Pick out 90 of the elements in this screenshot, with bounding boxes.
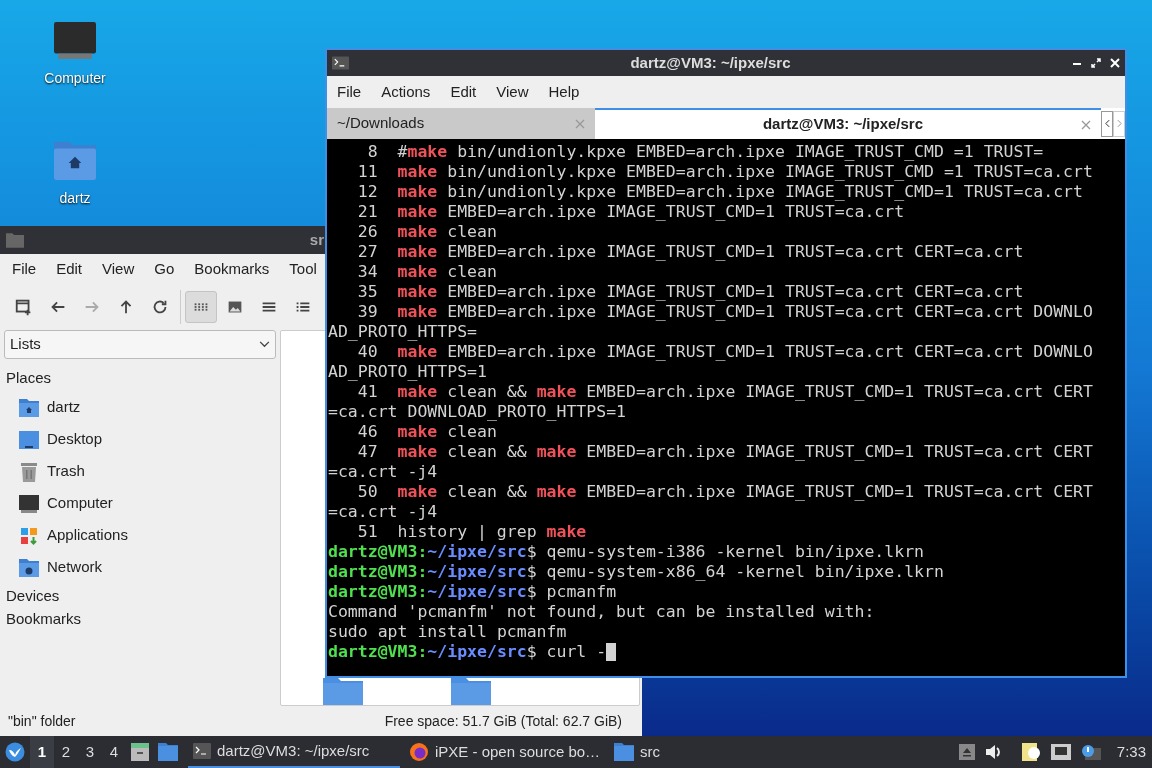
computer-icon	[19, 494, 39, 513]
terminal-line: 51 history | grep make	[356, 522, 587, 542]
menu-item[interactable]: Help	[540, 80, 588, 104]
side-pane-select[interactable]: Lists	[4, 330, 276, 359]
terminal-output[interactable]	[327, 139, 1125, 676]
terminal-icon	[193, 743, 211, 759]
network-icon[interactable]	[1050, 744, 1071, 760]
terminal-line: dartz@VM3:~/ipxe/src$ curl -	[328, 642, 617, 662]
sidebar-item[interactable]: dartz	[4, 391, 276, 424]
tab[interactable]: ~/Downloads	[327, 108, 595, 139]
terminal-line: Command 'pcmanfm' not found, but can be installed with:	[328, 602, 875, 622]
terminal-line: AD_PROTO_HTTPS=1	[328, 362, 487, 382]
terminal-line: =ca.crt -j4	[328, 502, 438, 522]
menu-item[interactable]: Tool	[281, 257, 325, 281]
sidebar-item[interactable]: Network	[4, 551, 276, 584]
terminal-line: 35 make EMBED=arch.ipxe IMAGE_TRUST_CMD=1 TRUST=ca.crt CERT=ca.crt	[356, 282, 1024, 302]
icons-button[interactable]	[185, 291, 217, 323]
trash-icon	[19, 461, 39, 482]
menu-item[interactable]: Actions	[373, 80, 439, 104]
terminal-line: dartz@VM3:~/ipxe/src$ pcmanfm	[328, 582, 617, 602]
desktop-icon	[19, 430, 39, 449]
menu-item[interactable]: Go	[146, 257, 183, 281]
menu-item[interactable]: View	[488, 80, 537, 104]
volume-icon[interactable]	[984, 744, 1003, 760]
section-heading[interactable]: Bookmarks	[4, 606, 276, 630]
terminal-icon	[332, 56, 349, 70]
terminal-line: 40 make EMBED=arch.ipxe IMAGE_TRUST_CMD=1 TRUST=ca.crt CERT=ca.crt DOWNLO	[356, 342, 1093, 362]
status-text: Free space: 51.7 GiB (Total: 62.7 GiB)	[384, 711, 622, 731]
clock[interactable]: 7:33	[1116, 740, 1146, 764]
home-folder-icon	[19, 398, 39, 417]
workspace-button[interactable]: 1	[30, 736, 54, 768]
section-heading: Places	[5, 368, 53, 388]
desktop-icon-label: dartz	[59, 189, 91, 208]
home-folder-icon[interactable]	[54, 142, 96, 180]
maximize-icon[interactable]	[1091, 58, 1101, 68]
section-heading[interactable]: Devices	[4, 583, 276, 607]
task-button[interactable]: src	[609, 736, 666, 768]
tab[interactable]: dartz@VM3: ~/ipxe/src	[595, 108, 1101, 139]
menu-item[interactable]: Edit	[442, 80, 485, 104]
chevron-down-icon	[259, 341, 270, 348]
workspace-button[interactable]: 2	[54, 736, 78, 768]
terminal-line: 26 make clean	[356, 222, 497, 242]
workspace-button[interactable]: 3	[78, 736, 102, 768]
clipboard-icon[interactable]	[1020, 742, 1041, 762]
menu-item[interactable]: Bookmarks	[186, 257, 278, 281]
folder-icon	[6, 232, 24, 248]
terminal-line: 50 make clean && make EMBED=arch.ipxe IMAGE_TRUST_CMD=1 TRUST=ca.crt CERT	[356, 482, 1093, 502]
sidebar-item[interactable]: Applications	[4, 519, 276, 552]
menu-item[interactable]: View	[94, 257, 143, 281]
folder-icon[interactable]	[158, 743, 178, 761]
terminal-line: =ca.crt DOWNLOAD_PROTO_HTTPS=1	[328, 402, 626, 422]
browser-icon	[409, 742, 429, 762]
terminal-line: dartz@VM3:~/ipxe/src$ qemu-system-i386 -kernel bin/ipxe.lkrn	[328, 542, 925, 562]
workspace-button[interactable]: 4	[102, 736, 126, 768]
task-button[interactable]: iPXE - open source bo…	[404, 736, 606, 768]
menu-item[interactable]: File	[4, 257, 45, 281]
chevron-left-icon	[1104, 119, 1110, 128]
menu-item[interactable]: File	[329, 80, 370, 104]
status-text: "bin" folder	[8, 711, 76, 731]
file-cabinet-icon[interactable]	[130, 742, 150, 762]
apps-icon	[19, 525, 39, 546]
task-button[interactable]: dartz@VM3: ~/ipxe/src	[188, 736, 400, 768]
window-title: dartz@VM3: ~/ipxe/src	[629, 52, 792, 73]
terminal-line: 47 make clean && make EMBED=arch.ipxe IMAGE_TRUST_CMD=1 TRUST=ca.crt CERT	[356, 442, 1093, 462]
terminal-line: AD_PROTO_HTTPS=	[328, 322, 477, 342]
terminal-line: 11 make bin/undionly.kpxe EMBED=arch.ipxe IMAGE_TRUST_CMD =1 TRUST=ca.crt	[356, 162, 1093, 182]
terminal-line: dartz@VM3:~/ipxe/src$ qemu-system-x86_64 -kernel bin/ipxe.lkrn	[328, 562, 944, 582]
sidebar-item[interactable]: Desktop	[4, 423, 276, 456]
network-folder-icon	[19, 558, 39, 577]
terminal-line: 8 #make bin/undionly.kpxe EMBED=arch.ipxe IMAGE_TRUST_CMD =1 TRUST=	[366, 142, 1044, 162]
terminal-line: 41 make clean && make EMBED=arch.ipxe IMAGE_TRUST_CMD=1 TRUST=ca.crt CERT	[356, 382, 1093, 402]
sidebar-item[interactable]: Trash	[4, 455, 276, 488]
notification-icon[interactable]	[1080, 744, 1101, 760]
sidebar-item[interactable]: Computer	[4, 487, 276, 520]
terminal-line: =ca.crt -j4	[328, 462, 438, 482]
terminal-line: 39 make EMBED=arch.ipxe IMAGE_TRUST_CMD=1 TRUST=ca.crt CERT=ca.crt DOWNLO	[356, 302, 1093, 322]
scroll-left-button[interactable]	[1101, 110, 1113, 137]
terminal-line: 34 make clean	[356, 262, 497, 282]
computer-icon[interactable]	[54, 22, 96, 60]
folder-icon	[614, 743, 635, 761]
eject-icon[interactable]	[958, 744, 975, 760]
terminal-line: 27 make EMBED=arch.ipxe IMAGE_TRUST_CMD=1 TRUST=ca.crt CERT=ca.crt	[356, 242, 1024, 262]
desktop-icon-label: Computer	[44, 69, 106, 88]
terminal-line: 46 make clean	[356, 422, 497, 442]
terminal-line: 12 make bin/undionly.kpxe EMBED=arch.ipxe IMAGE_TRUST_CMD=1 TRUST=ca.crt	[356, 182, 1083, 202]
terminal-line: 21 make EMBED=arch.ipxe IMAGE_TRUST_CMD=1 TRUST=ca.crt	[356, 202, 905, 222]
menu-item[interactable]: Edit	[48, 257, 91, 281]
window-title: sr	[309, 229, 324, 250]
terminal-line: sudo apt install pcmanfm	[328, 622, 567, 642]
chevron-right-icon	[1116, 119, 1122, 128]
